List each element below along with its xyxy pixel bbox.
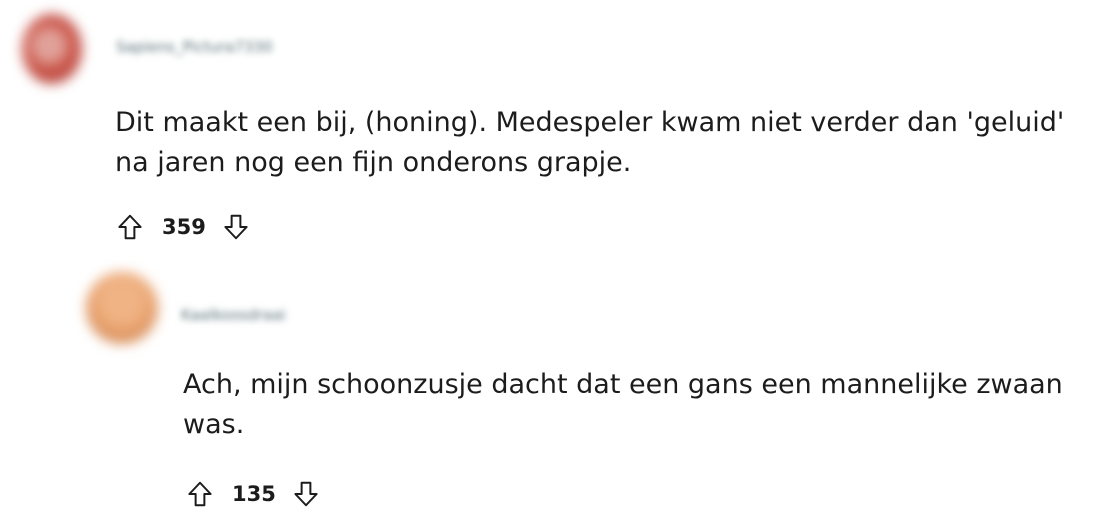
downvote-button[interactable] <box>288 476 324 512</box>
downvote-button[interactable] <box>218 209 254 245</box>
arrow-down-outline-icon <box>224 214 248 240</box>
vote-bar: 135 <box>182 474 324 514</box>
comment-body: Dit maakt een bij, (honing). Medespeler … <box>115 107 1065 178</box>
arrow-down-outline-icon <box>294 481 318 507</box>
vote-score: 135 <box>232 482 276 506</box>
comment-body: Ach, mijn schoonzusje dacht dat een gans… <box>183 369 1063 440</box>
avatar[interactable] <box>86 272 158 344</box>
avatar[interactable] <box>22 14 82 84</box>
vote-bar: 359 <box>112 207 254 247</box>
arrow-up-outline-icon <box>118 214 142 240</box>
upvote-button[interactable] <box>112 209 148 245</box>
vote-score: 359 <box>162 215 206 239</box>
arrow-up-outline-icon <box>188 481 212 507</box>
comment-thread: Sapiens_Pictura7330 Dit maakt een bij, (… <box>0 0 1107 522</box>
comment-username[interactable]: Sapiens_Pictura7330 <box>116 38 273 56</box>
comment-username[interactable]: Kaalkoosdraai <box>181 306 286 324</box>
upvote-button[interactable] <box>182 476 218 512</box>
